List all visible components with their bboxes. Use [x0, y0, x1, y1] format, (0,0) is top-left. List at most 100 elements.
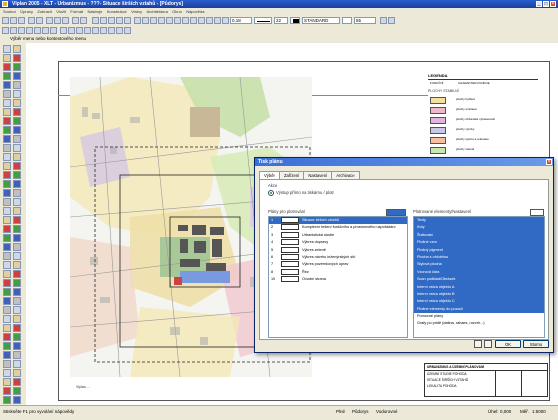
tool-icon[interactable]: [13, 189, 21, 197]
tool-icon[interactable]: [13, 216, 21, 224]
scale-field[interactable]: 55: [354, 17, 376, 24]
tool-icon[interactable]: [3, 288, 11, 296]
delete-icon[interactable]: [116, 27, 123, 34]
tool-icon[interactable]: [3, 297, 11, 305]
tool-icon[interactable]: [13, 153, 21, 161]
tool-icon[interactable]: [13, 171, 21, 179]
grid-icon[interactable]: [150, 17, 157, 24]
tool-icon[interactable]: [3, 171, 11, 179]
tool-icon[interactable]: [13, 387, 21, 395]
tool-icon[interactable]: [13, 279, 21, 287]
tool-icon[interactable]: [3, 360, 11, 368]
zoom-in-icon[interactable]: [92, 17, 99, 24]
tool-icon[interactable]: [3, 333, 11, 341]
snap-icon[interactable]: [158, 17, 165, 24]
tool-icon[interactable]: [3, 378, 11, 386]
tool-icon[interactable]: [13, 297, 21, 305]
tool-icon[interactable]: [3, 243, 11, 251]
menu-item-layers[interactable]: Vrstvy: [131, 8, 142, 15]
tab-archive[interactable]: Archivace: [331, 171, 360, 179]
tool-icon[interactable]: [13, 207, 21, 215]
circle-icon[interactable]: [34, 27, 41, 34]
polyline-icon[interactable]: [18, 27, 25, 34]
maximize-button[interactable]: □: [543, 1, 549, 7]
redraw-icon[interactable]: [124, 17, 131, 24]
tool-icon[interactable]: [3, 315, 11, 323]
menu-item-insert[interactable]: Vložit: [56, 8, 66, 15]
print-icon[interactable]: [28, 17, 35, 24]
tool-icon[interactable]: [3, 342, 11, 350]
tool-icon[interactable]: [13, 198, 21, 206]
tool-icon[interactable]: [3, 153, 11, 161]
plan-list-item[interactable]: 10 Ovodní strana: [269, 276, 407, 283]
line-width-field[interactable]: 0.18: [230, 17, 252, 24]
element-list-item[interactable]: Grafy po pridě (datina, rahaes, rozvrh..…: [414, 320, 544, 328]
menu-item-architecture[interactable]: Architektura: [147, 8, 168, 15]
element-list-item[interactable]: Kóty: [414, 224, 544, 232]
minimize-button[interactable]: _: [536, 1, 542, 7]
tool-icon[interactable]: [3, 144, 11, 152]
undo-icon[interactable]: [72, 17, 79, 24]
tool-icon[interactable]: [13, 342, 21, 350]
tool-icon[interactable]: [3, 387, 11, 395]
plans-toggle-button[interactable]: [386, 209, 406, 216]
menu-item-format[interactable]: Formát: [70, 8, 83, 15]
tool-icon[interactable]: [13, 144, 21, 152]
copy-icon[interactable]: [54, 17, 61, 24]
tool-icon[interactable]: [3, 63, 11, 71]
tool-icon[interactable]: [13, 360, 21, 368]
tool-icon[interactable]: [3, 234, 11, 242]
spline-icon[interactable]: [50, 27, 57, 34]
elements-list[interactable]: Texty Kóty Šrafování Plošné vzor Plošný pigm…: [413, 216, 545, 338]
tool-icon[interactable]: [3, 81, 11, 89]
tool-icon[interactable]: [13, 333, 21, 341]
pan-icon[interactable]: [116, 17, 123, 24]
plan-list-item[interactable]: 4 Výkres dopravy: [269, 239, 407, 246]
tool-icon[interactable]: [13, 90, 21, 98]
paste-icon[interactable]: [62, 17, 69, 24]
scale-icon[interactable]: [84, 27, 91, 34]
settings-icon[interactable]: [388, 17, 395, 24]
line-style-field[interactable]: STANDARD: [302, 17, 340, 24]
save-icon[interactable]: [18, 17, 25, 24]
element-list-item[interactable]: Plošné elementy do pozadí: [414, 305, 544, 314]
trim-icon[interactable]: [100, 27, 107, 34]
tool-icon[interactable]: [13, 99, 21, 107]
tool-icon[interactable]: [13, 243, 21, 251]
tool-icon[interactable]: [13, 108, 21, 116]
tool-icon[interactable]: [13, 126, 21, 134]
text-icon[interactable]: [182, 17, 189, 24]
plan-list-item[interactable]: 2 Komplexní řešení funkčního a prostorové…: [269, 224, 407, 231]
element-list-item[interactable]: Vzorová čára: [414, 268, 544, 277]
tool-icon[interactable]: [13, 288, 21, 296]
tool-icon[interactable]: [3, 270, 11, 278]
tool-icon[interactable]: [3, 189, 11, 197]
measure-icon[interactable]: [174, 17, 181, 24]
tool-icon[interactable]: [3, 135, 11, 143]
line-icon[interactable]: [10, 27, 17, 34]
element-list-item[interactable]: Pomocné plány: [414, 313, 544, 321]
tool-icon[interactable]: [3, 90, 11, 98]
tool-icon[interactable]: [3, 126, 11, 134]
tool-icon[interactable]: [13, 270, 21, 278]
element-list-item[interactable]: Interní vstva objektu A: [414, 283, 544, 291]
tool-icon[interactable]: [13, 369, 21, 377]
group-icon[interactable]: [124, 27, 131, 34]
plan-list-item[interactable]: 1 Situace širších vztahů: [269, 217, 407, 225]
tool-icon[interactable]: [13, 135, 21, 143]
element-list-item[interactable]: Stylová plocha: [414, 261, 544, 269]
tool-icon[interactable]: [3, 369, 11, 377]
tool-icon[interactable]: [3, 252, 11, 260]
tool-icon[interactable]: [13, 117, 21, 125]
tool-icon[interactable]: [3, 198, 11, 206]
tool-icon[interactable]: [13, 225, 21, 233]
tool-icon[interactable]: [13, 72, 21, 80]
plan-list-item[interactable]: 7 Výkres pozemkových úprav: [269, 261, 407, 268]
pen-style-field[interactable]: [254, 17, 272, 24]
tool-icon[interactable]: [3, 99, 11, 107]
menu-item-window[interactable]: Okno: [172, 8, 182, 15]
select-icon[interactable]: [2, 27, 9, 34]
help-icon[interactable]: [222, 17, 229, 24]
layer-icon[interactable]: [134, 17, 141, 24]
element-list-item[interactable]: Texty: [414, 217, 544, 225]
